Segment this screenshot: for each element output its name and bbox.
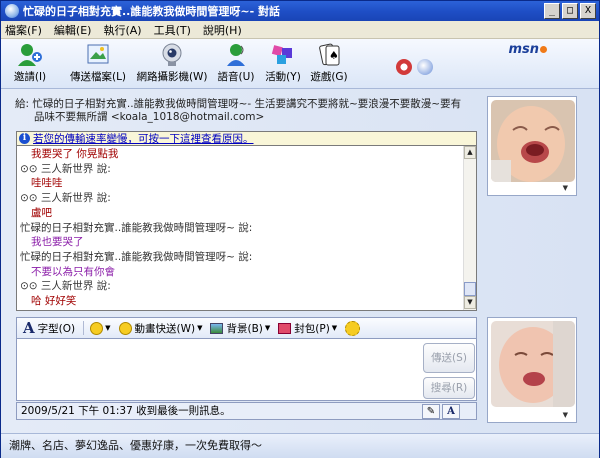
- background-button[interactable]: 背景(B) ▼: [210, 321, 270, 336]
- close-button[interactable]: X: [580, 3, 596, 19]
- voice-icon: [222, 42, 250, 68]
- games-icon: ♠: [315, 42, 343, 68]
- scroll-down-icon[interactable]: ▼: [464, 296, 476, 309]
- games-button[interactable]: ♠ 遊戲(G): [307, 42, 351, 84]
- send-button[interactable]: 傳送(S): [423, 343, 475, 373]
- send-file-button[interactable]: 傳送檔案(L): [67, 42, 129, 84]
- to-prefix: 給:: [15, 98, 30, 110]
- svg-text:♠: ♠: [329, 49, 339, 62]
- emoticon-button[interactable]: ▼: [90, 321, 111, 335]
- background-icon: [210, 322, 224, 334]
- transfer-rate-banner[interactable]: i 若您的傳輸速率變慢，可按一下這裡查看原因。: [16, 131, 477, 146]
- toolbar: 邀請(I) 傳送檔案(L) 網路攝影機(W) 語音(U) 活動(Y) ♠ 遊戲(…: [1, 39, 599, 89]
- handwriting-icon[interactable]: ✎: [422, 404, 440, 419]
- chat-message-line: 盧吧: [31, 206, 52, 219]
- my-display-picture[interactable]: ▼: [487, 317, 577, 423]
- msn-butterfly-icon: [540, 46, 547, 53]
- webcam-label: 網路攝影機(W): [136, 71, 208, 83]
- info-icon: i: [19, 133, 30, 144]
- wink-label: 動畫快送(W): [134, 322, 196, 335]
- recipient-line-2: 品味不要無所謂 <koala_1018@hotmail.com>: [34, 111, 265, 123]
- games-label: 遊戲(G): [310, 71, 348, 83]
- activities-button[interactable]: 活動(Y): [261, 42, 305, 84]
- window-title: 忙碌的日子相對充實..誰能教我做時間管理呀~- 對話: [23, 5, 280, 18]
- display-picture-icon[interactable]: [417, 59, 433, 75]
- msn-brand-text: msn: [508, 42, 539, 57]
- chevron-down-icon: ▼: [264, 324, 271, 332]
- chat-lines: 我要哭了 你晃點我 ⊙⊙ 三人新世界 說: 哇哇哇 ⊙⊙ 三人新世界 說: 盧吧 忙碌的日…: [20, 147, 460, 309]
- ad-footer[interactable]: 潮牌、名店、夢幻逸品、優惠好康，一次免費取得～: [1, 433, 599, 458]
- chat-sender-line: 忙碌的日子相對充實..誰能教我做時間管理呀~ 說:: [20, 250, 253, 263]
- msn-logo: msn: [508, 42, 547, 57]
- activities-label: 活動(Y): [265, 71, 301, 83]
- menu-file[interactable]: 檔案(F): [5, 22, 42, 38]
- scroll-thumb[interactable]: [464, 282, 476, 296]
- chat-message-line: 我也要哭了: [31, 236, 84, 249]
- status-line: 2009/5/21 下午 01:37 收到最後一則訊息。: [16, 402, 477, 420]
- font-icon: A: [23, 319, 35, 337]
- smiley-icon: [90, 321, 104, 335]
- activities-icon: [269, 42, 297, 68]
- send-file-label: 傳送檔案(L): [69, 71, 127, 83]
- font-label: 字型(O): [37, 322, 76, 335]
- chat-sender-line: ⊙⊙ 三人新世界 說:: [20, 192, 111, 205]
- banner-link[interactable]: 若您的傳輸速率變慢，可按一下這裡查看原因。: [33, 131, 254, 146]
- msn-app-icon: [5, 4, 19, 18]
- chevron-down-icon[interactable]: ▼: [563, 184, 568, 192]
- chevron-down-icon: ▼: [197, 324, 203, 332]
- invite-icon: [16, 42, 44, 68]
- chat-scrollbar[interactable]: ▲ ▼: [463, 146, 476, 310]
- chat-message-line: 我要哭了 你晃點我: [31, 148, 119, 160]
- nudge-icon: [345, 320, 361, 336]
- menu-edit[interactable]: 編輯(E): [54, 22, 92, 38]
- block-icon[interactable]: [396, 59, 412, 75]
- contact-display-picture[interactable]: ▼: [487, 96, 577, 196]
- title-bar: 忙碌的日子相對充實..誰能教我做時間管理呀~- 對話 _ □ X: [1, 1, 599, 21]
- background-label: 背景(B): [226, 322, 263, 335]
- gift-label: 封包(P): [294, 322, 330, 335]
- send-file-icon: [84, 42, 112, 68]
- separator: [83, 321, 85, 335]
- chat-message-line: 不要以為只有你會: [31, 265, 115, 278]
- nudge-button[interactable]: [345, 320, 361, 336]
- menu-bar: 檔案(F) 編輯(E) 執行(A) 工具(T) 說明(H): [1, 21, 599, 39]
- invite-button[interactable]: 邀請(I): [9, 42, 51, 84]
- chat-sender-line: ⊙⊙ 三人新世界 說:: [20, 280, 111, 293]
- message-compose-box[interactable]: [16, 339, 477, 401]
- chevron-down-icon[interactable]: ▼: [563, 411, 568, 419]
- chat-sender-line: ⊙⊙ 三人新世界 說:: [20, 162, 111, 175]
- conversation-window: 忙碌的日子相對充實..誰能教我做時間管理呀~- 對話 _ □ X 檔案(F) 編…: [0, 0, 600, 458]
- chevron-down-icon: ▼: [331, 324, 338, 332]
- menu-actions[interactable]: 執行(A): [103, 22, 141, 38]
- my-photo: [491, 321, 575, 407]
- wink-button[interactable]: 動畫快送(W) ▼: [118, 321, 203, 336]
- menu-help[interactable]: 說明(H): [203, 22, 242, 38]
- wink-icon: [118, 321, 132, 335]
- chat-message-line: 哇哇哇: [31, 177, 63, 190]
- voice-label: 語音(U): [217, 71, 255, 83]
- text-mode-icon[interactable]: A: [442, 404, 460, 419]
- contact-photo: [491, 100, 575, 182]
- chat-history[interactable]: 我要哭了 你晃點我 ⊙⊙ 三人新世界 說: 哇哇哇 ⊙⊙ 三人新世界 說: 盧吧 忙碌的日…: [16, 146, 477, 311]
- gift-icon: [278, 322, 292, 334]
- minimize-button[interactable]: _: [544, 3, 560, 19]
- webcam-icon: [158, 42, 186, 68]
- webcam-button[interactable]: 網路攝影機(W): [133, 42, 211, 84]
- maximize-button[interactable]: □: [562, 3, 578, 19]
- recipient-line-1: 忙碌的日子相對充實..誰能教我做時間管理呀~- 生活要講究不要將就~要浪漫不要散…: [32, 98, 462, 110]
- font-button[interactable]: A 字型(O): [23, 319, 75, 337]
- chevron-down-icon: ▼: [105, 324, 111, 332]
- menu-tools[interactable]: 工具(T): [154, 22, 191, 38]
- voice-button[interactable]: 語音(U): [215, 42, 257, 84]
- gift-button[interactable]: 封包(P) ▼: [278, 321, 337, 336]
- search-button[interactable]: 搜尋(R): [423, 377, 475, 399]
- format-toolbar: A 字型(O) ▼ 動畫快送(W) ▼ 背景(B) ▼ 封包(P) ▼: [16, 317, 477, 339]
- invite-label: 邀請(I): [13, 71, 47, 83]
- recipient-panel: 給: 忙碌的日子相對充實..誰能教我做時間管理呀~- 生活要講究不要將就~要浪漫…: [15, 98, 479, 128]
- chat-sender-line: 忙碌的日子相對充實..誰能教我做時間管理呀~ 說:: [20, 221, 253, 234]
- chat-message-line: 哈 好好笑: [31, 295, 77, 308]
- scroll-up-icon[interactable]: ▲: [464, 146, 476, 159]
